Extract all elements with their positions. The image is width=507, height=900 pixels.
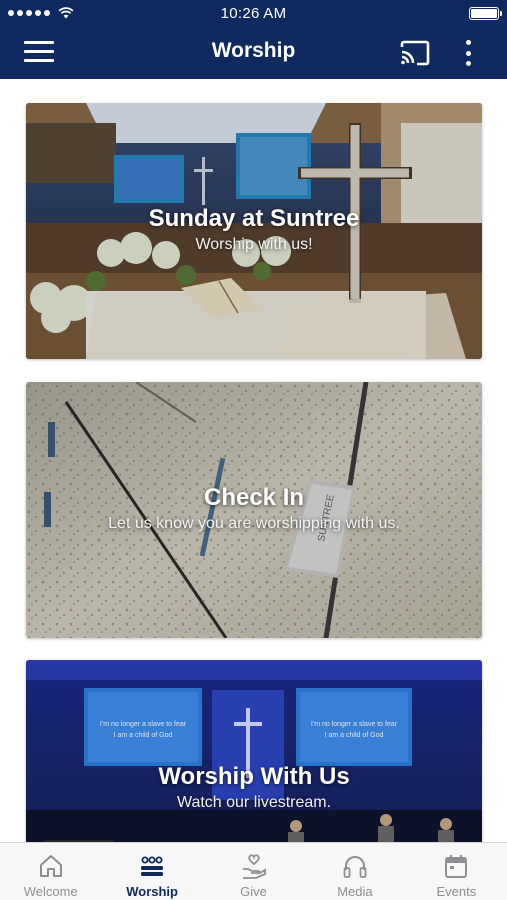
card-title: Sunday at Suntree	[148, 205, 360, 232]
tab-welcome[interactable]: Welcome	[0, 843, 101, 900]
card-text: Worship With Us Watch our livestream.	[26, 763, 482, 812]
worship-icon	[141, 856, 164, 876]
battery-icon	[469, 7, 502, 20]
headphones-icon	[343, 856, 367, 878]
tab-label: Give	[240, 884, 267, 899]
card-subtitle: Watch our livestream.	[176, 794, 332, 811]
tab-media[interactable]: Media	[304, 843, 405, 900]
tab-events[interactable]: Events	[406, 843, 507, 900]
give-icon	[242, 854, 266, 879]
card-text: Check In Let us know you are worshipping…	[26, 484, 482, 533]
more-options-icon[interactable]	[460, 38, 476, 68]
header: Worship	[0, 26, 507, 79]
tab-label: Worship	[126, 884, 178, 899]
tab-label: Media	[337, 884, 373, 899]
tab-worship[interactable]: Worship	[101, 843, 202, 900]
card-sunday-at-suntree[interactable]: Sunday at Suntree Worship with us!	[26, 103, 482, 359]
content-list: Sunday at Suntree Worship with us! Check…	[0, 79, 507, 842]
card-title: Worship With Us	[158, 763, 350, 790]
calendar-icon	[445, 855, 468, 878]
card-title: Check In	[203, 484, 305, 511]
card-worship-with-us[interactable]: I'm no longer a slave to fear I am a chi…	[26, 660, 482, 842]
status-time: 10:26 AM	[220, 5, 287, 22]
card-text: Sunday at Suntree Worship with us!	[26, 205, 482, 254]
card-subtitle: Let us know you are worshipping with us.	[108, 515, 400, 532]
livestream-photo: I'm no longer a slave to fear I am a chi…	[26, 660, 482, 842]
cast-icon[interactable]	[399, 40, 431, 66]
tab-give[interactable]: Give	[203, 843, 304, 900]
tab-label: Welcome	[23, 884, 78, 899]
tab-label: Events	[436, 884, 477, 899]
tab-bar: Welcome Worship Give Media Events	[0, 842, 507, 900]
card-subtitle: Worship with us!	[195, 236, 313, 253]
status-bar: 10:26 AM	[0, 0, 507, 26]
card-check-in[interactable]: SUNTREE Check In Let us know you are wor…	[26, 382, 482, 638]
home-icon	[39, 855, 62, 877]
